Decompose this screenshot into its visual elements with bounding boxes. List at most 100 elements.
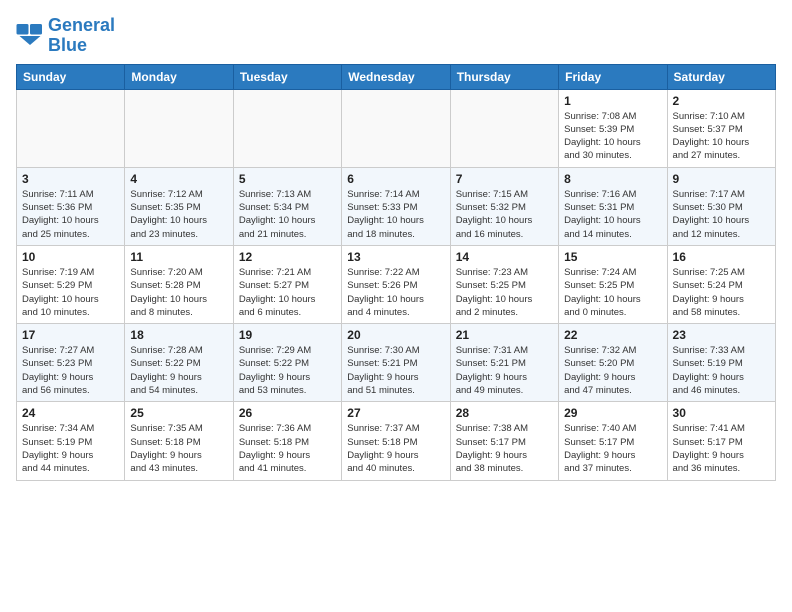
day-number: 2 [673, 94, 770, 108]
calendar-day-cell: 30 Sunrise: 7:41 AM Sunset: 5:17 PM Dayli… [667, 402, 775, 480]
day-info: Sunrise: 7:28 AM Sunset: 5:22 PM Dayligh… [130, 344, 227, 397]
calendar-day-cell: 3 Sunrise: 7:11 AM Sunset: 5:36 PM Daylig… [17, 167, 125, 245]
day-number: 8 [564, 172, 661, 186]
calendar-day-cell [450, 89, 558, 167]
calendar-day-cell: 17 Sunrise: 7:27 AM Sunset: 5:23 PM Dayli… [17, 324, 125, 402]
day-number: 29 [564, 406, 661, 420]
day-info: Sunrise: 7:36 AM Sunset: 5:18 PM Dayligh… [239, 422, 336, 475]
calendar-day-cell: 6Sunrise: 7:14 AM Sunset: 5:33 PM Daylig… [342, 167, 450, 245]
day-number: 11 [130, 250, 227, 264]
calendar-day-cell: 25 Sunrise: 7:35 AM Sunset: 5:18 PM Dayli… [125, 402, 233, 480]
calendar-day-cell: 8 Sunrise: 7:16 AM Sunset: 5:31 PM Daylig… [559, 167, 667, 245]
day-number: 16 [673, 250, 770, 264]
day-info: Sunrise: 7:10 AM Sunset: 5:37 PM Dayligh… [673, 110, 770, 163]
calendar-day-cell: 7 Sunrise: 7:15 AM Sunset: 5:32 PM Daylig… [450, 167, 558, 245]
weekday-header: Tuesday [233, 64, 341, 89]
day-info: Sunrise: 7:19 AM Sunset: 5:29 PM Dayligh… [22, 266, 119, 319]
day-number: 25 [130, 406, 227, 420]
day-number: 19 [239, 328, 336, 342]
day-info: Sunrise: 7:13 AM Sunset: 5:34 PM Dayligh… [239, 188, 336, 241]
day-info: Sunrise: 7:41 AM Sunset: 5:17 PM Dayligh… [673, 422, 770, 475]
calendar-day-cell [17, 89, 125, 167]
day-number: 15 [564, 250, 661, 264]
day-info: Sunrise: 7:35 AM Sunset: 5:18 PM Dayligh… [130, 422, 227, 475]
day-number: 1 [564, 94, 661, 108]
calendar-week-row: 24 Sunrise: 7:34 AM Sunset: 5:19 PM Dayli… [17, 402, 776, 480]
calendar-day-cell: 2 Sunrise: 7:10 AM Sunset: 5:37 PM Daylig… [667, 89, 775, 167]
day-number: 17 [22, 328, 119, 342]
weekday-header: Friday [559, 64, 667, 89]
calendar-day-cell: 18 Sunrise: 7:28 AM Sunset: 5:22 PM Dayli… [125, 324, 233, 402]
day-info: Sunrise: 7:32 AM Sunset: 5:20 PM Dayligh… [564, 344, 661, 397]
logo-icon [16, 24, 44, 48]
day-info: Sunrise: 7:16 AM Sunset: 5:31 PM Dayligh… [564, 188, 661, 241]
calendar-day-cell: 9 Sunrise: 7:17 AM Sunset: 5:30 PM Daylig… [667, 167, 775, 245]
day-number: 7 [456, 172, 553, 186]
day-number: 4 [130, 172, 227, 186]
calendar-day-cell: 11 Sunrise: 7:20 AM Sunset: 5:28 PM Dayli… [125, 245, 233, 323]
day-number: 28 [456, 406, 553, 420]
day-number: 5 [239, 172, 336, 186]
day-info: Sunrise: 7:12 AM Sunset: 5:35 PM Dayligh… [130, 188, 227, 241]
day-info: Sunrise: 7:22 AM Sunset: 5:26 PM Dayligh… [347, 266, 444, 319]
weekday-header: Sunday [17, 64, 125, 89]
calendar-day-cell [233, 89, 341, 167]
calendar-day-cell: 10Sunrise: 7:19 AM Sunset: 5:29 PM Dayli… [17, 245, 125, 323]
day-info: Sunrise: 7:34 AM Sunset: 5:19 PM Dayligh… [22, 422, 119, 475]
day-number: 3 [22, 172, 119, 186]
calendar-week-row: 10Sunrise: 7:19 AM Sunset: 5:29 PM Dayli… [17, 245, 776, 323]
calendar-day-cell: 12 Sunrise: 7:21 AM Sunset: 5:27 PM Dayli… [233, 245, 341, 323]
day-info: Sunrise: 7:31 AM Sunset: 5:21 PM Dayligh… [456, 344, 553, 397]
calendar-day-cell: 21 Sunrise: 7:31 AM Sunset: 5:21 PM Dayli… [450, 324, 558, 402]
day-info: Sunrise: 7:21 AM Sunset: 5:27 PM Dayligh… [239, 266, 336, 319]
day-info: Sunrise: 7:30 AM Sunset: 5:21 PM Dayligh… [347, 344, 444, 397]
day-number: 12 [239, 250, 336, 264]
day-info: Sunrise: 7:38 AM Sunset: 5:17 PM Dayligh… [456, 422, 553, 475]
day-number: 30 [673, 406, 770, 420]
calendar-header-row: SundayMondayTuesdayWednesdayThursdayFrid… [17, 64, 776, 89]
calendar-day-cell: 27 Sunrise: 7:37 AM Sunset: 5:18 PM Dayli… [342, 402, 450, 480]
day-info: Sunrise: 7:27 AM Sunset: 5:23 PM Dayligh… [22, 344, 119, 397]
page-header: General Blue [16, 16, 776, 56]
day-number: 18 [130, 328, 227, 342]
calendar-day-cell [125, 89, 233, 167]
logo: General Blue [16, 16, 115, 56]
day-info: Sunrise: 7:24 AM Sunset: 5:25 PM Dayligh… [564, 266, 661, 319]
calendar-day-cell: 24 Sunrise: 7:34 AM Sunset: 5:19 PM Dayli… [17, 402, 125, 480]
day-info: Sunrise: 7:17 AM Sunset: 5:30 PM Dayligh… [673, 188, 770, 241]
day-number: 6 [347, 172, 444, 186]
weekday-header: Wednesday [342, 64, 450, 89]
calendar-day-cell: 14Sunrise: 7:23 AM Sunset: 5:25 PM Dayli… [450, 245, 558, 323]
day-info: Sunrise: 7:37 AM Sunset: 5:18 PM Dayligh… [347, 422, 444, 475]
calendar-day-cell: 4 Sunrise: 7:12 AM Sunset: 5:35 PM Daylig… [125, 167, 233, 245]
calendar-day-cell [342, 89, 450, 167]
day-number: 20 [347, 328, 444, 342]
day-number: 14 [456, 250, 553, 264]
day-info: Sunrise: 7:11 AM Sunset: 5:36 PM Dayligh… [22, 188, 119, 241]
calendar-week-row: 17 Sunrise: 7:27 AM Sunset: 5:23 PM Dayli… [17, 324, 776, 402]
day-number: 27 [347, 406, 444, 420]
calendar-day-cell: 26Sunrise: 7:36 AM Sunset: 5:18 PM Dayli… [233, 402, 341, 480]
weekday-header: Thursday [450, 64, 558, 89]
calendar-day-cell: 1 Sunrise: 7:08 AM Sunset: 5:39 PM Daylig… [559, 89, 667, 167]
calendar: SundayMondayTuesdayWednesdayThursdayFrid… [16, 64, 776, 481]
calendar-day-cell: 23 Sunrise: 7:33 AM Sunset: 5:19 PM Dayli… [667, 324, 775, 402]
calendar-week-row: 3 Sunrise: 7:11 AM Sunset: 5:36 PM Daylig… [17, 167, 776, 245]
day-info: Sunrise: 7:08 AM Sunset: 5:39 PM Dayligh… [564, 110, 661, 163]
calendar-day-cell: 20 Sunrise: 7:30 AM Sunset: 5:21 PM Dayli… [342, 324, 450, 402]
day-number: 9 [673, 172, 770, 186]
day-info: Sunrise: 7:40 AM Sunset: 5:17 PM Dayligh… [564, 422, 661, 475]
day-info: Sunrise: 7:29 AM Sunset: 5:22 PM Dayligh… [239, 344, 336, 397]
calendar-day-cell: 28 Sunrise: 7:38 AM Sunset: 5:17 PM Dayli… [450, 402, 558, 480]
day-number: 24 [22, 406, 119, 420]
calendar-day-cell: 13Sunrise: 7:22 AM Sunset: 5:26 PM Dayli… [342, 245, 450, 323]
day-number: 21 [456, 328, 553, 342]
logo-text: General Blue [48, 16, 115, 56]
day-info: Sunrise: 7:15 AM Sunset: 5:32 PM Dayligh… [456, 188, 553, 241]
day-number: 23 [673, 328, 770, 342]
day-info: Sunrise: 7:20 AM Sunset: 5:28 PM Dayligh… [130, 266, 227, 319]
day-info: Sunrise: 7:33 AM Sunset: 5:19 PM Dayligh… [673, 344, 770, 397]
day-info: Sunrise: 7:25 AM Sunset: 5:24 PM Dayligh… [673, 266, 770, 319]
calendar-day-cell: 29 Sunrise: 7:40 AM Sunset: 5:17 PM Dayli… [559, 402, 667, 480]
calendar-day-cell: 16 Sunrise: 7:25 AM Sunset: 5:24 PM Dayli… [667, 245, 775, 323]
